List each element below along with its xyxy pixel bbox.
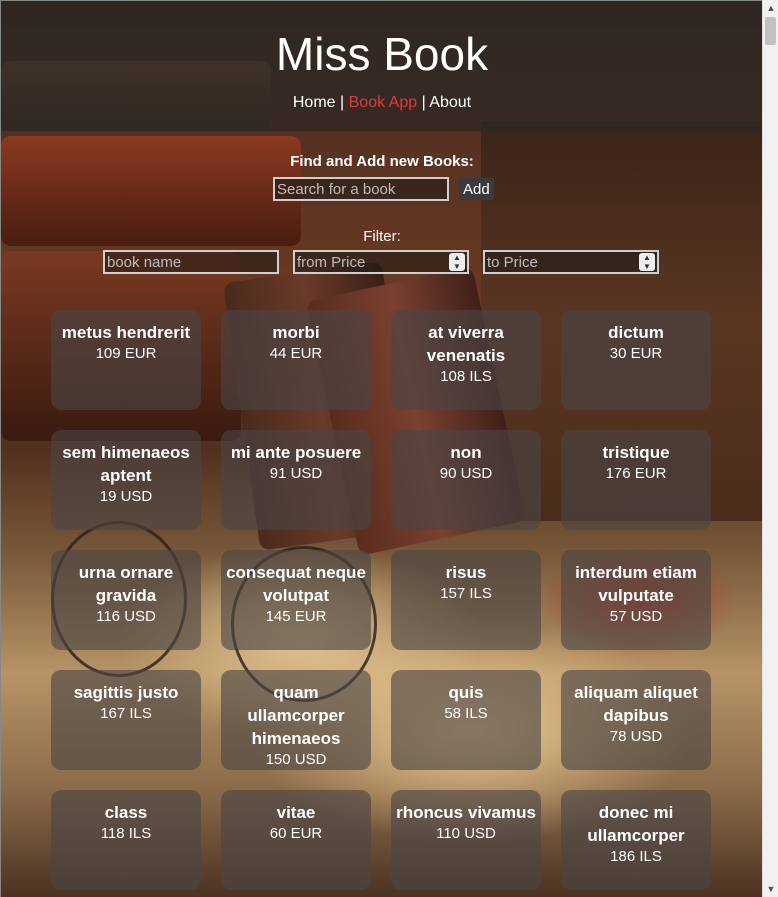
page-scrollbar[interactable]: ▲ ▼ [762, 0, 778, 897]
nav-about-link[interactable]: About [429, 94, 471, 111]
book-search-input[interactable] [273, 177, 449, 201]
book-title: quam ullamcorper himenaeos [247, 683, 345, 748]
book-list: metus hendrerit 109 EUR morbi 44 EUR at vive… [51, 310, 721, 890]
site-title: Miss Book [275, 28, 489, 80]
site-header: Miss Book Home | Book App | About [1, 1, 762, 131]
nav-separator: | [340, 94, 345, 111]
book-price: 167 ILS [100, 705, 152, 722]
book-price: 109 EUR [95, 345, 157, 362]
scrollbar-thumb[interactable] [765, 17, 776, 45]
from-price-wrapper: ▲▼ [293, 250, 469, 274]
book-card[interactable]: donec mi ullamcorper 186 ILS [561, 790, 711, 890]
book-title: donec mi ullamcorper [587, 803, 685, 845]
book-title: class [104, 803, 148, 822]
book-price: 145 EUR [265, 608, 327, 625]
add-section-label: Find and Add new Books: [290, 153, 474, 170]
book-card[interactable]: morbi 44 EUR [221, 310, 371, 410]
add-book-button[interactable]: Add [459, 178, 494, 200]
book-price: 176 EUR [605, 465, 667, 482]
book-card[interactable]: consequat neque volutpat 145 EUR [221, 550, 371, 650]
book-price: 44 EUR [269, 345, 323, 362]
book-price: 118 ILS [100, 825, 152, 842]
book-price: 91 USD [269, 465, 323, 482]
book-price: 110 USD [436, 825, 496, 842]
book-title: at viverra venenatis [426, 323, 506, 365]
book-card[interactable]: at viverra venenatis 108 ILS [391, 310, 541, 410]
book-price: 60 EUR [269, 825, 323, 842]
book-card[interactable]: quam ullamcorper himenaeos 150 USD [221, 670, 371, 770]
nav-book-app-link[interactable]: Book App [349, 94, 418, 111]
book-card[interactable]: metus hendrerit 109 EUR [51, 310, 201, 410]
add-book-form: Add [273, 177, 494, 201]
book-title: dictum [608, 323, 664, 342]
filter-form: ▲▼ ▲▼ [103, 250, 673, 274]
book-card[interactable]: class 118 ILS [51, 790, 201, 890]
book-card[interactable]: interdum etiam vulputate 57 USD [561, 550, 711, 650]
book-price: 186 ILS [610, 848, 662, 865]
book-price: 30 EUR [609, 345, 663, 362]
book-price: 90 USD [439, 465, 493, 482]
number-spinner-icon[interactable]: ▲ ▼ [639, 253, 655, 271]
book-card[interactable]: quis 58 ILS [391, 670, 541, 770]
scroll-down-arrow-icon[interactable]: ▼ [763, 881, 778, 897]
nav-separator: | [421, 94, 426, 111]
book-card[interactable]: tristique 176 EUR [561, 430, 711, 530]
scroll-up-arrow-icon[interactable]: ▲ [763, 0, 778, 16]
app-viewport: Miss Book Home | Book App | About Find a… [0, 0, 762, 897]
main-nav: Home | Book App | About [1, 94, 762, 112]
book-card[interactable]: dictum 30 EUR [561, 310, 711, 410]
book-title: tristique [602, 443, 670, 462]
to-price-wrapper: ▲▼ [483, 250, 659, 274]
book-title: quis [448, 683, 484, 702]
book-price: 150 USD [265, 751, 327, 768]
book-title: morbi [272, 323, 320, 342]
book-price: 157 ILS [440, 585, 492, 602]
book-card[interactable]: sem himenaeos aptent 19 USD [51, 430, 201, 530]
book-card[interactable]: non 90 USD [391, 430, 541, 530]
book-title: interdum etiam vulputate [575, 563, 697, 605]
book-title: consequat neque volutpat [226, 563, 366, 605]
book-price: 108 ILS [440, 368, 492, 385]
book-card[interactable]: risus 157 ILS [391, 550, 541, 650]
filter-to-price-input[interactable] [483, 250, 659, 274]
filter-from-price-input[interactable] [293, 250, 469, 274]
book-card[interactable]: vitae 60 EUR [221, 790, 371, 890]
book-card[interactable]: mi ante posuere 91 USD [221, 430, 371, 530]
book-price: 19 USD [99, 488, 153, 505]
book-title: sem himenaeos aptent [62, 443, 190, 485]
book-price: 58 ILS [444, 705, 488, 722]
nav-home-link[interactable]: Home [293, 94, 336, 111]
book-card[interactable]: rhoncus vivamus 110 USD [391, 790, 541, 890]
book-card[interactable]: urna ornare gravida 116 USD [51, 550, 201, 650]
book-title: risus [445, 563, 487, 582]
book-title: metus hendrerit [61, 323, 191, 342]
book-title: aliquam aliquet dapibus [574, 683, 698, 725]
book-price: 78 USD [609, 728, 663, 745]
number-spinner-icon[interactable]: ▲ ▼ [449, 253, 465, 271]
book-title: mi ante posuere [230, 443, 362, 462]
filter-label: Filter: [363, 228, 401, 245]
book-card[interactable]: sagittis justo 167 ILS [51, 670, 201, 770]
book-title: urna ornare gravida [78, 563, 174, 605]
book-title: vitae [276, 803, 316, 822]
filter-book-name-input[interactable] [103, 250, 279, 274]
book-title: rhoncus vivamus [396, 803, 536, 822]
book-price: 57 USD [609, 608, 663, 625]
book-price: 116 USD [96, 608, 156, 625]
book-title: sagittis justo [73, 683, 179, 702]
book-card[interactable]: aliquam aliquet dapibus 78 USD [561, 670, 711, 770]
book-title: non [450, 443, 482, 462]
